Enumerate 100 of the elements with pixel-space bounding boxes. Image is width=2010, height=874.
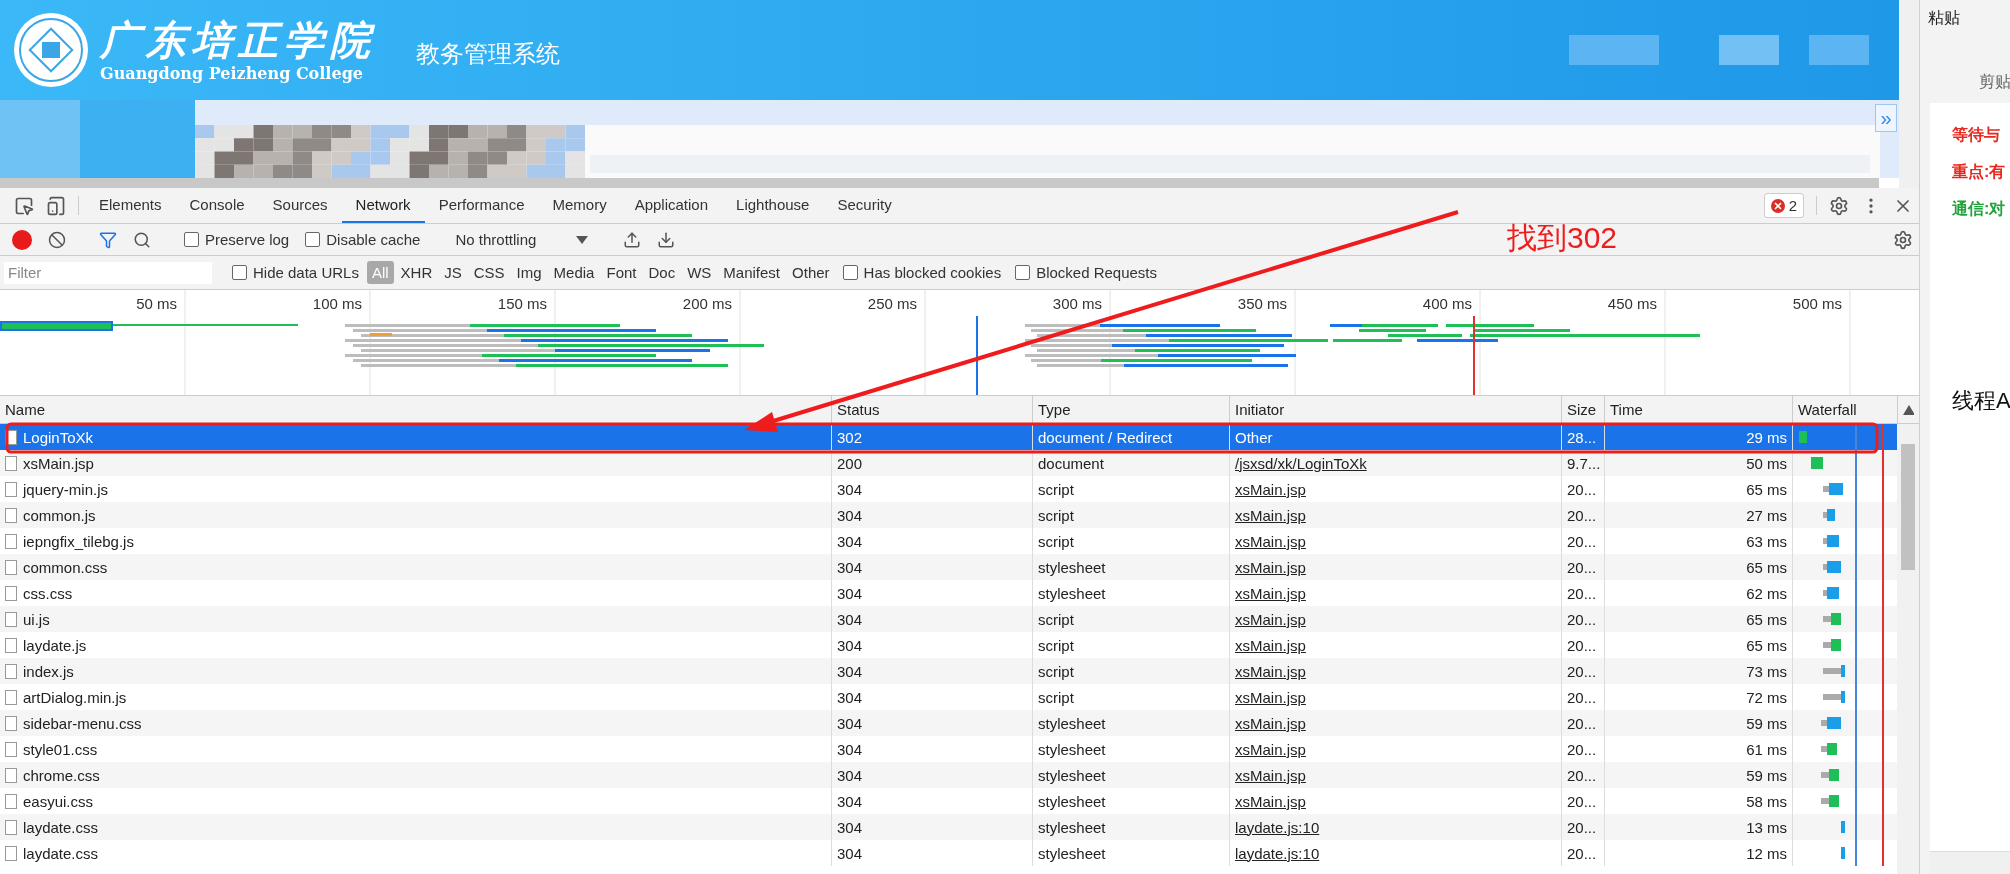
type-filter[interactable]: XHR	[395, 261, 438, 284]
initiator-link[interactable]: laydate.js:10	[1235, 818, 1320, 836]
devtools-tab[interactable]: Memory	[538, 188, 621, 223]
initiator-link[interactable]: xsMain.jsp	[1235, 610, 1306, 628]
column-header[interactable]: Time	[1604, 396, 1792, 423]
type-filter[interactable]: JS	[439, 261, 467, 284]
request-name: LoginToXk	[23, 428, 94, 446]
request-name: easyui.css	[23, 792, 94, 810]
initiator-link[interactable]: xsMain.jsp	[1235, 792, 1306, 810]
request-row[interactable]: LoginToXk 302 document / Redirect Other 28... 29 ms	[0, 424, 1897, 450]
logo-icon	[12, 11, 90, 89]
document-text: 通信:对	[1952, 199, 2007, 219]
tick-label: 50 ms	[136, 295, 177, 312]
file-icon	[5, 819, 17, 835]
filter-field[interactable]: Filter	[4, 261, 212, 284]
devtools-tab[interactable]: Elements	[85, 188, 176, 223]
request-name: common.js	[23, 506, 96, 524]
devtools-tab[interactable]: Sources	[258, 188, 342, 223]
tick-label: 300 ms	[1052, 295, 1102, 312]
devtools-tab[interactable]: Lighthouse	[722, 188, 824, 223]
scrollbar[interactable]	[1930, 851, 2010, 874]
type-filter[interactable]: Media	[548, 261, 600, 284]
type-filter[interactable]: Img	[511, 261, 547, 284]
scrollbar[interactable]	[0, 178, 1879, 188]
column-header[interactable]: Status	[831, 396, 1032, 423]
devtools-tab[interactable]: Application	[620, 188, 723, 223]
column-header[interactable]: Name	[0, 396, 831, 423]
scrollbar[interactable]	[1897, 424, 1919, 874]
document-text: 等待与	[1952, 125, 2001, 145]
initiator-link[interactable]: xsMain.jsp	[1235, 766, 1306, 784]
size-cell: 20...	[1561, 840, 1604, 866]
file-icon	[5, 533, 17, 549]
waterfall-drawing	[1823, 554, 1884, 580]
request-row[interactable]: xsMain.jsp 200 document /jsxsd/xk/LoginToXk 9.7... 50 ms	[0, 450, 1897, 476]
paste-label[interactable]: 粘贴	[1928, 8, 2010, 29]
request-name: style01.css	[23, 740, 98, 758]
request-row[interactable]: ui.js 304 script xsMain.jsp 20... 65 ms	[0, 606, 1897, 632]
initiator-link[interactable]: xsMain.jsp	[1235, 480, 1306, 498]
type-filter[interactable]: Manifest	[718, 261, 786, 284]
initiator-link[interactable]: /jsxsd/xk/LoginToXk	[1235, 454, 1367, 472]
file-icon	[5, 455, 17, 471]
initiator-link[interactable]: laydate.js:10	[1235, 844, 1320, 862]
system-title: 教务管理系统	[416, 39, 560, 69]
type-filter[interactable]: Other	[787, 261, 835, 284]
column-header[interactable]: Size	[1561, 396, 1604, 423]
column-header[interactable]: Type	[1032, 396, 1229, 423]
type-cell: stylesheet	[1032, 840, 1229, 866]
clipboard-label: 剪贴	[1978, 72, 2010, 92]
column-header[interactable]: Waterfall	[1792, 396, 1897, 423]
tick-label: 450 ms	[1607, 295, 1657, 312]
checkbox[interactable]	[842, 265, 858, 280]
column-header[interactable]: Initiator	[1229, 396, 1561, 423]
checkbox[interactable]	[1015, 265, 1031, 280]
initiator-link[interactable]: xsMain.jsp	[1235, 740, 1306, 758]
request-name: artDialog.min.js	[23, 688, 127, 706]
initiator-text: Other	[1235, 428, 1273, 446]
scrollbar[interactable]	[1899, 0, 1919, 188]
devtools-tab[interactable]: Console	[175, 188, 259, 223]
school-name: 广东培正学院	[100, 16, 376, 64]
file-icon	[5, 741, 17, 757]
initiator-link[interactable]: xsMain.jsp	[1235, 636, 1306, 654]
initiator-link[interactable]: xsMain.jsp	[1235, 714, 1306, 732]
type-filter[interactable]: WS	[682, 261, 717, 284]
school-name-english: Guangdong Peizheng College	[100, 64, 364, 84]
request-name: iepngfix_tilebg.js	[23, 532, 134, 550]
request-name: ui.js	[23, 610, 50, 628]
initiator-link[interactable]: xsMain.jsp	[1235, 558, 1306, 576]
error-badge[interactable]: 2	[1763, 193, 1804, 218]
waterfall-drawing	[1841, 840, 1884, 866]
waterfall-drawing	[1823, 684, 1884, 710]
checkbox[interactable]	[305, 232, 321, 247]
file-icon	[5, 481, 17, 497]
devtools-tab[interactable]: Security	[823, 188, 906, 223]
file-icon	[5, 715, 17, 731]
request-name: jquery-min.js	[23, 480, 109, 498]
request-name: css.css	[23, 584, 73, 602]
initiator-link[interactable]: xsMain.jsp	[1235, 662, 1306, 680]
throttling-dropdown[interactable]: No throttling	[447, 231, 597, 248]
file-icon	[5, 793, 17, 809]
type-filter[interactable]: Doc	[643, 261, 681, 284]
type-filter[interactable]: CSS	[468, 261, 510, 284]
initiator-link[interactable]: xsMain.jsp	[1235, 506, 1306, 524]
initiator-link[interactable]: xsMain.jsp	[1235, 584, 1306, 602]
record-button[interactable]	[12, 229, 32, 250]
tick-label: 400 ms	[1422, 295, 1472, 312]
type-filter[interactable]: Font	[601, 261, 642, 284]
initiator-link[interactable]: xsMain.jsp	[1235, 532, 1306, 550]
request-row[interactable]: sidebar-menu.css 304 stylesheet xsMain.jsp 20... 59 ms	[0, 710, 1897, 736]
request-row[interactable]: chrome.css 304 stylesheet xsMain.jsp 20... 59 ms	[0, 762, 1897, 788]
document-text: 重点:有	[1952, 162, 2007, 182]
checkbox[interactable]	[232, 265, 247, 280]
annotation-text: 找到302	[1507, 220, 1618, 256]
request-row[interactable]: common.js 304 script xsMain.jsp 20... 27 ms	[0, 502, 1897, 528]
initiator-link[interactable]: xsMain.jsp	[1235, 688, 1306, 706]
checkbox-label: Preserve log	[205, 231, 290, 248]
checkbox[interactable]	[184, 232, 199, 247]
devtools-tab[interactable]: Performance	[424, 188, 539, 223]
request-row[interactable]: laydate.css 304 stylesheet laydate.js:10 20... 13 ms	[0, 814, 1897, 840]
request-row[interactable]: index.js 304 script xsMain.jsp 20... 73 ms	[0, 658, 1897, 684]
request-row[interactable]: common.css 304 stylesheet xsMain.jsp 20... 65 ms	[0, 554, 1897, 580]
